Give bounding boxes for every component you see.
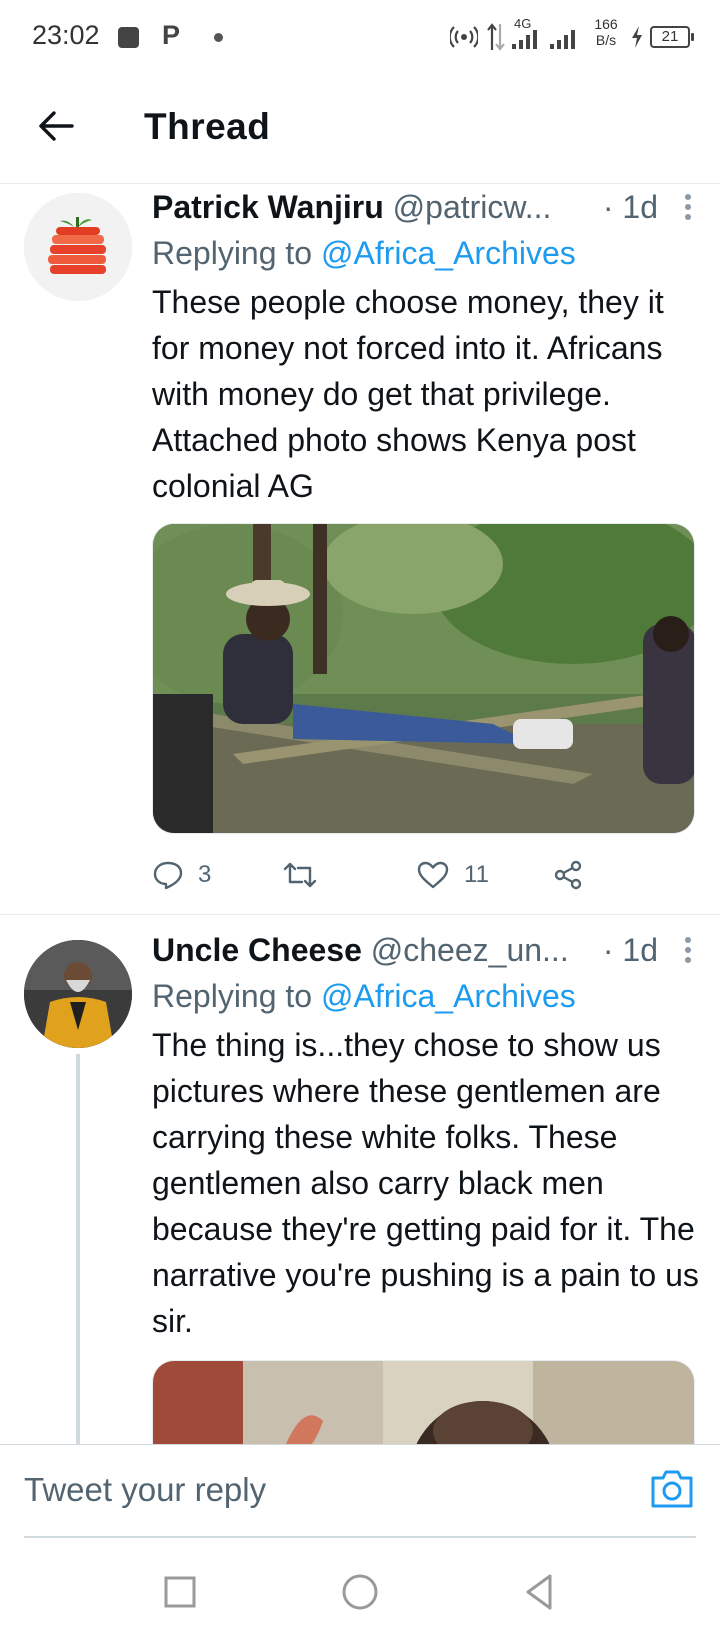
man-yellow-coat-avatar-image (24, 940, 132, 1048)
reply-button[interactable]: 3 (152, 853, 211, 897)
page-title: Thread (144, 106, 271, 147)
author-name[interactable]: Uncle Cheese (152, 932, 362, 968)
charging-icon (632, 26, 642, 48)
notification-square-icon (118, 27, 139, 48)
tomato-slices-avatar-image (24, 193, 132, 301)
nav-home-icon[interactable] (338, 1570, 382, 1614)
tweet-text: These people choose money, they it for m… (152, 284, 664, 504)
author-handle[interactable]: @patricw... (393, 189, 552, 225)
speed-unit: B/s (595, 32, 617, 48)
thread-connector-line (76, 1054, 80, 1446)
replying-to-mention[interactable]: @Africa_Archives (321, 978, 576, 1014)
reply-composer (0, 1444, 720, 1536)
retweet-icon (283, 862, 317, 888)
replying-to: Replying to @Africa_Archives (152, 231, 576, 275)
tweet-actions: 3 11 (152, 853, 632, 897)
reply-input[interactable] (24, 1465, 584, 1515)
battery-icon: 21 (650, 26, 694, 48)
photo-men-carrying-chair (153, 524, 694, 833)
tweet-photo[interactable] (152, 523, 695, 834)
tweet-time: · 1d (602, 932, 658, 968)
like-icon (417, 861, 449, 889)
signal-icon-1 (512, 30, 537, 49)
author-handle[interactable]: @cheez_un... (371, 932, 569, 968)
tweet-text: The thing is...they chose to show us pic… (152, 1027, 699, 1339)
system-navigation-bar (0, 1546, 720, 1640)
hotspot-icon (450, 26, 478, 48)
tweet-header: Patrick Wanjiru @patricw... · 1d (152, 185, 700, 229)
camera-icon[interactable] (648, 1467, 696, 1511)
reply-count: 3 (198, 861, 212, 888)
tweet-header: Uncle Cheese @cheez_un... · 1d (152, 928, 700, 972)
notification-p-icon: P (162, 20, 181, 50)
speed-value: 166 (594, 16, 618, 32)
like-count: 11 (464, 861, 489, 888)
status-time: 23:02 (32, 20, 100, 50)
tweet[interactable]: Patrick Wanjiru @patricw... · 1d Replyin… (0, 185, 720, 915)
replying-prefix: Replying to (152, 978, 313, 1014)
notification-dot-icon (214, 33, 223, 42)
nav-recents-icon[interactable] (158, 1570, 202, 1614)
tweet[interactable]: Uncle Cheese @cheez_un... · 1d Replying … (0, 916, 720, 1446)
avatar[interactable] (24, 940, 132, 1048)
share-icon (554, 860, 582, 890)
more-icon[interactable] (676, 189, 700, 225)
back-button[interactable] (30, 100, 82, 152)
status-bar: 23:02 P 4G 166 B/s 21 (0, 0, 720, 72)
replying-to-mention[interactable]: @Africa_Archives (321, 235, 576, 271)
replying-prefix: Replying to (152, 235, 313, 271)
reply-icon (153, 861, 183, 890)
retweet-button[interactable] (282, 853, 332, 897)
network-type: 4G (514, 16, 532, 31)
avatar[interactable] (24, 193, 132, 301)
more-icon[interactable] (676, 932, 700, 968)
nav-back-icon[interactable] (518, 1570, 562, 1614)
like-button[interactable]: 11 (416, 853, 489, 897)
tweet-photo[interactable] (152, 1360, 695, 1446)
replying-to: Replying to @Africa_Archives (152, 974, 576, 1018)
share-button[interactable] (552, 853, 598, 897)
data-transfer-icon (487, 23, 505, 51)
photo-bald-man (153, 1361, 694, 1446)
network-speed: 166 B/s (588, 16, 624, 48)
tweet-time: · 1d (602, 189, 658, 225)
app-header: Thread (0, 72, 720, 184)
author-name[interactable]: Patrick Wanjiru (152, 189, 384, 225)
back-arrow-icon (39, 111, 74, 141)
reply-divider (24, 1536, 696, 1538)
signal-icon-2 (550, 30, 575, 49)
